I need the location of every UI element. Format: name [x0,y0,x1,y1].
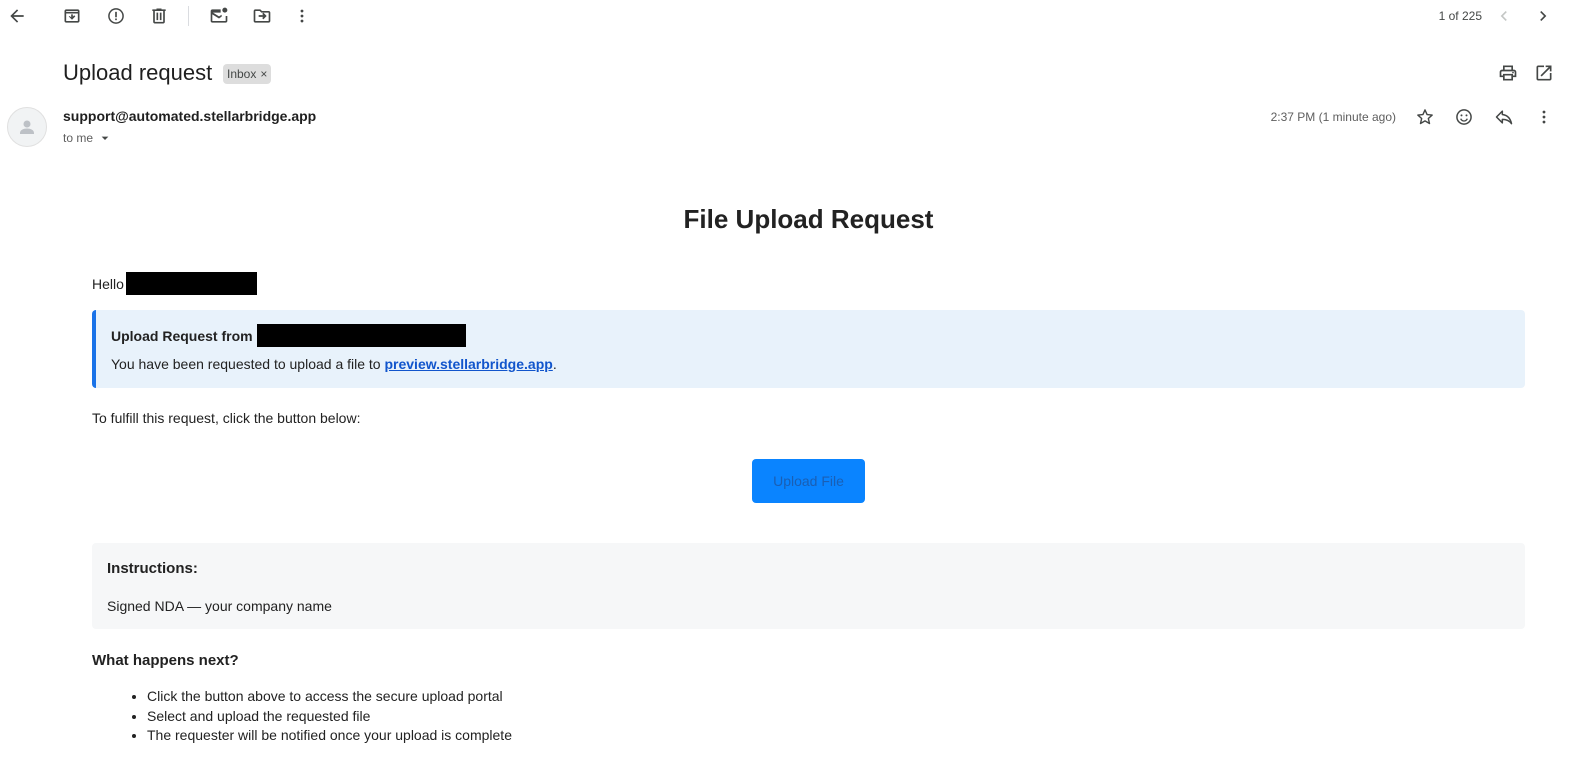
list-item: Click the button above to access the sec… [147,687,512,707]
emoji-reaction-icon[interactable] [1448,101,1480,133]
report-spam-icon[interactable] [100,0,132,32]
chevron-down-icon[interactable] [97,130,113,146]
callout-title-text: Upload Request from [111,327,253,344]
chevron-right-icon[interactable] [1527,0,1559,32]
email-timestamp: 2:37 PM (1 minute ago) [1270,110,1396,124]
sender-avatar [7,107,47,147]
message-more-vert-icon[interactable] [1528,101,1560,133]
back-arrow-icon[interactable] [1,0,33,32]
open-new-window-icon[interactable] [1528,57,1560,89]
upload-file-button[interactable]: Upload File [752,459,865,503]
mark-unread-icon[interactable] [203,0,235,32]
body-title: File Upload Request [683,204,934,234]
person-icon [20,120,34,134]
pager-count: 1 of 225 [1438,9,1482,23]
move-to-icon[interactable] [246,0,278,32]
list-item: Select and upload the requested file [147,707,512,727]
sender-address: support@automated.stellarbridge.app [63,108,317,124]
reply-icon[interactable] [1488,101,1520,133]
greeting-text: Hello [92,275,124,292]
delete-icon[interactable] [143,0,175,32]
redacted-recipient-name [125,272,257,295]
list-item: The requester will be notified once your… [147,726,512,746]
email-subject: Upload request [63,60,213,85]
more-vert-icon[interactable] [286,0,318,32]
recipients-line[interactable]: to me [63,130,113,146]
instructions-text: Signed NDA — your company name [107,598,332,614]
instructions-title: Instructions: [107,560,198,577]
next-steps-title: What happens next? [92,652,239,669]
stellarbridge-link[interactable]: preview.stellarbridge.app [384,356,552,372]
instructions-box: Instructions: Signed NDA — your company … [92,543,1525,629]
next-steps-list: Click the button above to access the sec… [147,687,512,746]
callout-body: You have been requested to upload a file… [111,356,557,372]
toolbar-divider [188,6,189,26]
inbox-label-text: Inbox [227,67,257,81]
redacted-requester-name [256,324,466,347]
upload-request-callout: Upload Request from You have been reques… [92,310,1525,388]
callout-body-text: You have been requested to upload a file… [111,356,385,372]
print-icon[interactable] [1492,57,1524,89]
inbox-label-chip[interactable]: Inbox × [223,64,272,84]
callout-period: . [552,356,557,372]
recipients-text: to me [63,131,94,145]
star-icon[interactable] [1409,101,1441,133]
chevron-left-icon[interactable] [1488,0,1520,32]
remove-label-button[interactable]: × [260,67,267,81]
fulfill-instructions: To fulfill this request, click the butto… [92,410,361,426]
archive-icon[interactable] [56,0,88,32]
callout-title: Upload Request from [111,324,466,347]
greeting-line: Hello [92,272,257,295]
